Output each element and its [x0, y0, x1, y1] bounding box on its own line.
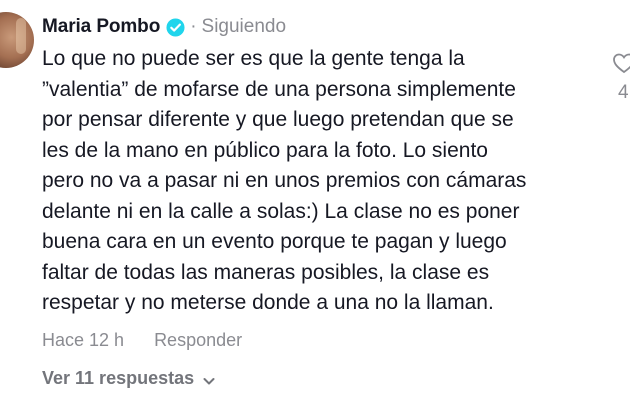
reply-button[interactable]: Responder: [154, 330, 242, 351]
following-label: Siguiendo: [201, 16, 287, 37]
separator-dot: ·: [190, 16, 197, 37]
like-action[interactable]: 4: [606, 50, 630, 110]
comment-timestamp: Hace 12 h: [42, 330, 125, 350]
view-replies-label: Ver 11 respuestas: [42, 368, 195, 388]
avatar[interactable]: [0, 12, 34, 68]
author-name[interactable]: Maria Pombo: [42, 16, 160, 38]
comment-meta: Hace 12 h Responder: [42, 330, 242, 351]
comment-text: Lo que no puede ser es que la gente teng…: [42, 47, 527, 314]
comment-header: Maria Pombo · Siguiendo: [42, 14, 286, 40]
chevron-down-icon: [202, 372, 216, 386]
view-replies-button[interactable]: Ver 11 respuestas: [42, 368, 216, 389]
heart-icon[interactable]: [612, 52, 630, 74]
verified-badge-icon: [166, 17, 185, 37]
like-count: 4: [618, 82, 629, 103]
